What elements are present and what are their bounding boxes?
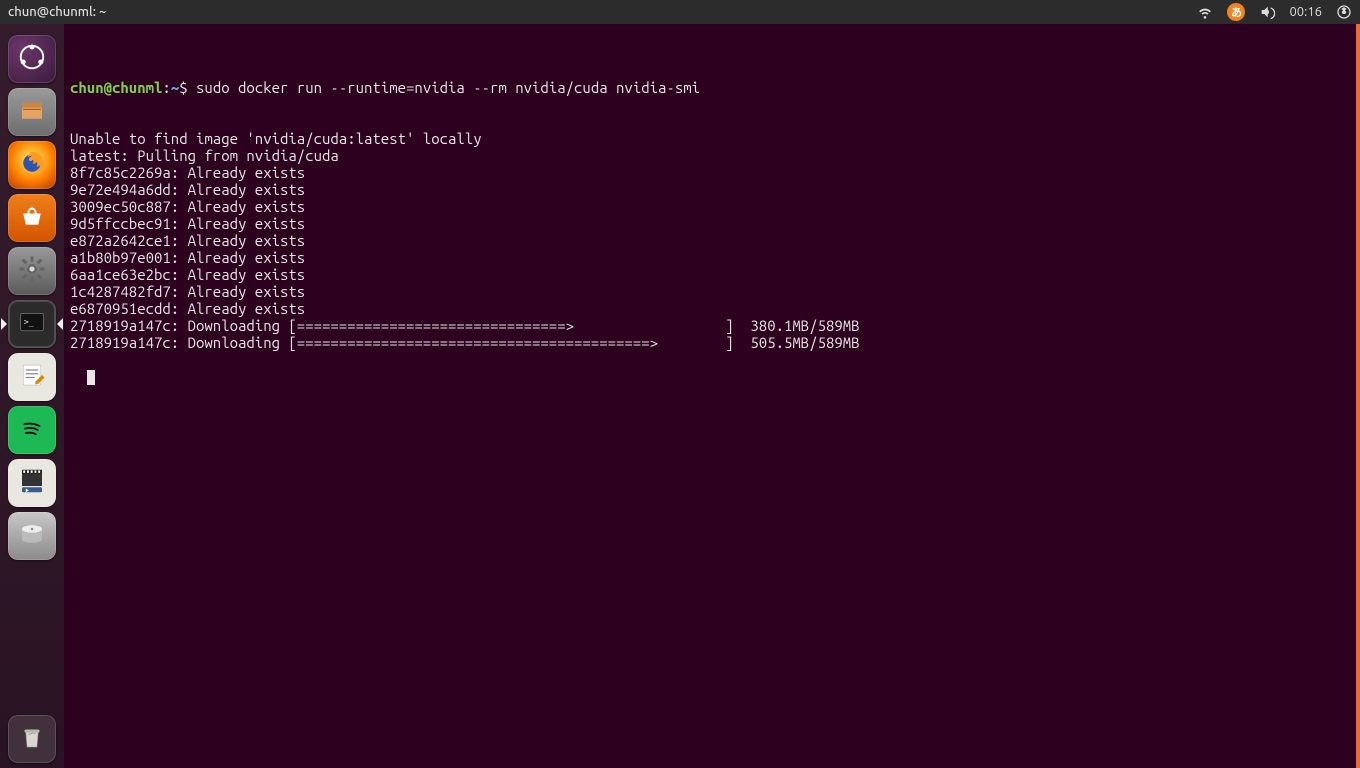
files-icon xyxy=(17,95,47,129)
launcher-terminal[interactable]: >_ xyxy=(8,300,56,348)
terminal-line: 1c4287482fd7: Already exists xyxy=(70,283,1354,300)
svg-text:>_: >_ xyxy=(24,317,34,327)
terminal-prompt-line: chun@chunml:~$ sudo docker run --runtime… xyxy=(70,79,1354,96)
ubuntu-dash-icon xyxy=(17,42,47,76)
terminal-line: e872a2642ce1: Already exists xyxy=(70,232,1354,249)
sound-icon[interactable] xyxy=(1259,4,1275,20)
prompt-path: ~ xyxy=(171,79,179,96)
disk-usage-icon xyxy=(17,519,47,553)
terminal-line: 9e72e494a6dd: Already exists xyxy=(70,181,1354,198)
terminal-line: 3009ec50c887: Already exists xyxy=(70,198,1354,215)
text-editor-icon xyxy=(17,360,47,394)
clock[interactable]: 00:16 xyxy=(1289,5,1322,19)
spotify-icon xyxy=(17,413,47,447)
terminal-line: Unable to find image 'nvidia/cuda:latest… xyxy=(70,130,1354,147)
ime-badge: あ xyxy=(1227,3,1245,21)
launcher-ubuntu-dash[interactable] xyxy=(8,35,56,83)
terminal-line: e6870951ecdd: Already exists xyxy=(70,300,1354,317)
terminal-line: a1b80b97e001: Already exists xyxy=(70,249,1354,266)
terminal-icon: >_ xyxy=(17,307,47,341)
terminal-line: 9d5ffccbec91: Already exists xyxy=(70,215,1354,232)
terminal-command: sudo docker run --runtime=nvidia --rm nv… xyxy=(196,79,700,96)
top-menubar: chun@chunml: ~ あ 00:16 xyxy=(0,0,1360,24)
network-wifi-icon[interactable] xyxy=(1197,4,1213,20)
prompt-colon: : xyxy=(162,79,170,96)
prompt-user-host: chun@chunml xyxy=(70,79,162,96)
terminal-output: Unable to find image 'nvidia/cuda:latest… xyxy=(70,130,1354,351)
terminal-scrollbar[interactable] xyxy=(1356,24,1360,768)
launcher-video-player[interactable] xyxy=(8,459,56,507)
terminal-cursor xyxy=(87,370,95,385)
prompt-dollar: $ xyxy=(179,79,196,96)
terminal-line: 6aa1ce63e2bc: Already exists xyxy=(70,266,1354,283)
window-title: chun@chunml: ~ xyxy=(8,5,106,19)
trash-icon xyxy=(17,722,47,756)
terminal-line: latest: Pulling from nvidia/cuda xyxy=(70,147,1354,164)
launcher-files[interactable] xyxy=(8,88,56,136)
launcher-trash[interactable] xyxy=(8,715,56,763)
firefox-icon xyxy=(17,148,47,182)
ime-indicator[interactable]: あ xyxy=(1227,3,1245,21)
terminal-line: 2718919a147c: Downloading [=============… xyxy=(70,334,1354,351)
system-settings-icon xyxy=(17,254,47,288)
terminal-window[interactable]: chun@chunml:~$ sudo docker run --runtime… xyxy=(64,24,1360,768)
launcher-firefox[interactable] xyxy=(8,141,56,189)
terminal-line: 2718919a147c: Downloading [=============… xyxy=(70,317,1354,334)
unity-launcher: >_ xyxy=(0,24,64,768)
shutdown-icon[interactable] xyxy=(1336,4,1352,20)
ubuntu-software-icon xyxy=(17,201,47,235)
launcher-system-settings[interactable] xyxy=(8,247,56,295)
launcher-disk-usage[interactable] xyxy=(8,512,56,560)
launcher-text-editor[interactable] xyxy=(8,353,56,401)
launcher-ubuntu-software[interactable] xyxy=(8,194,56,242)
launcher-spotify[interactable] xyxy=(8,406,56,454)
terminal-line: 8f7c85c2269a: Already exists xyxy=(70,164,1354,181)
video-player-icon xyxy=(17,466,47,500)
